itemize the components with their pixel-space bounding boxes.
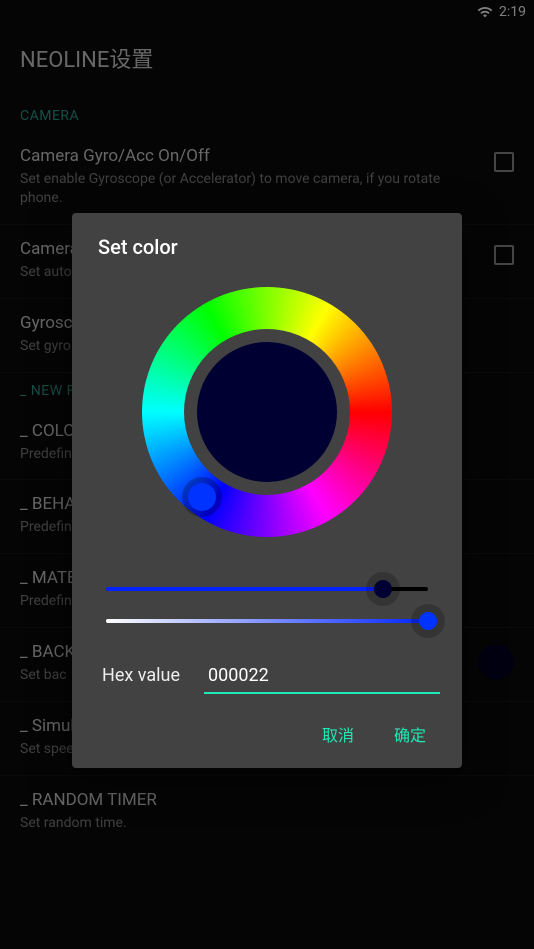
dialog-title: Set color bbox=[98, 235, 436, 259]
slider-track bbox=[106, 619, 428, 623]
color-preview bbox=[197, 342, 337, 482]
cancel-button[interactable]: 取消 bbox=[318, 716, 358, 752]
slider-thumb[interactable] bbox=[374, 580, 392, 598]
slider-thumb[interactable] bbox=[419, 612, 437, 630]
hex-input[interactable] bbox=[204, 659, 440, 694]
confirm-button[interactable]: 确定 bbox=[390, 716, 430, 752]
value-slider[interactable] bbox=[106, 573, 428, 605]
saturation-slider[interactable] bbox=[106, 605, 428, 637]
color-wheel[interactable] bbox=[142, 287, 392, 537]
color-wheel-thumb[interactable] bbox=[188, 483, 216, 511]
hex-label: Hex value bbox=[102, 665, 180, 686]
dialog-scrim[interactable]: Set color Hex value 取消 bbox=[0, 0, 534, 949]
color-dialog: Set color Hex value 取消 bbox=[72, 213, 462, 768]
